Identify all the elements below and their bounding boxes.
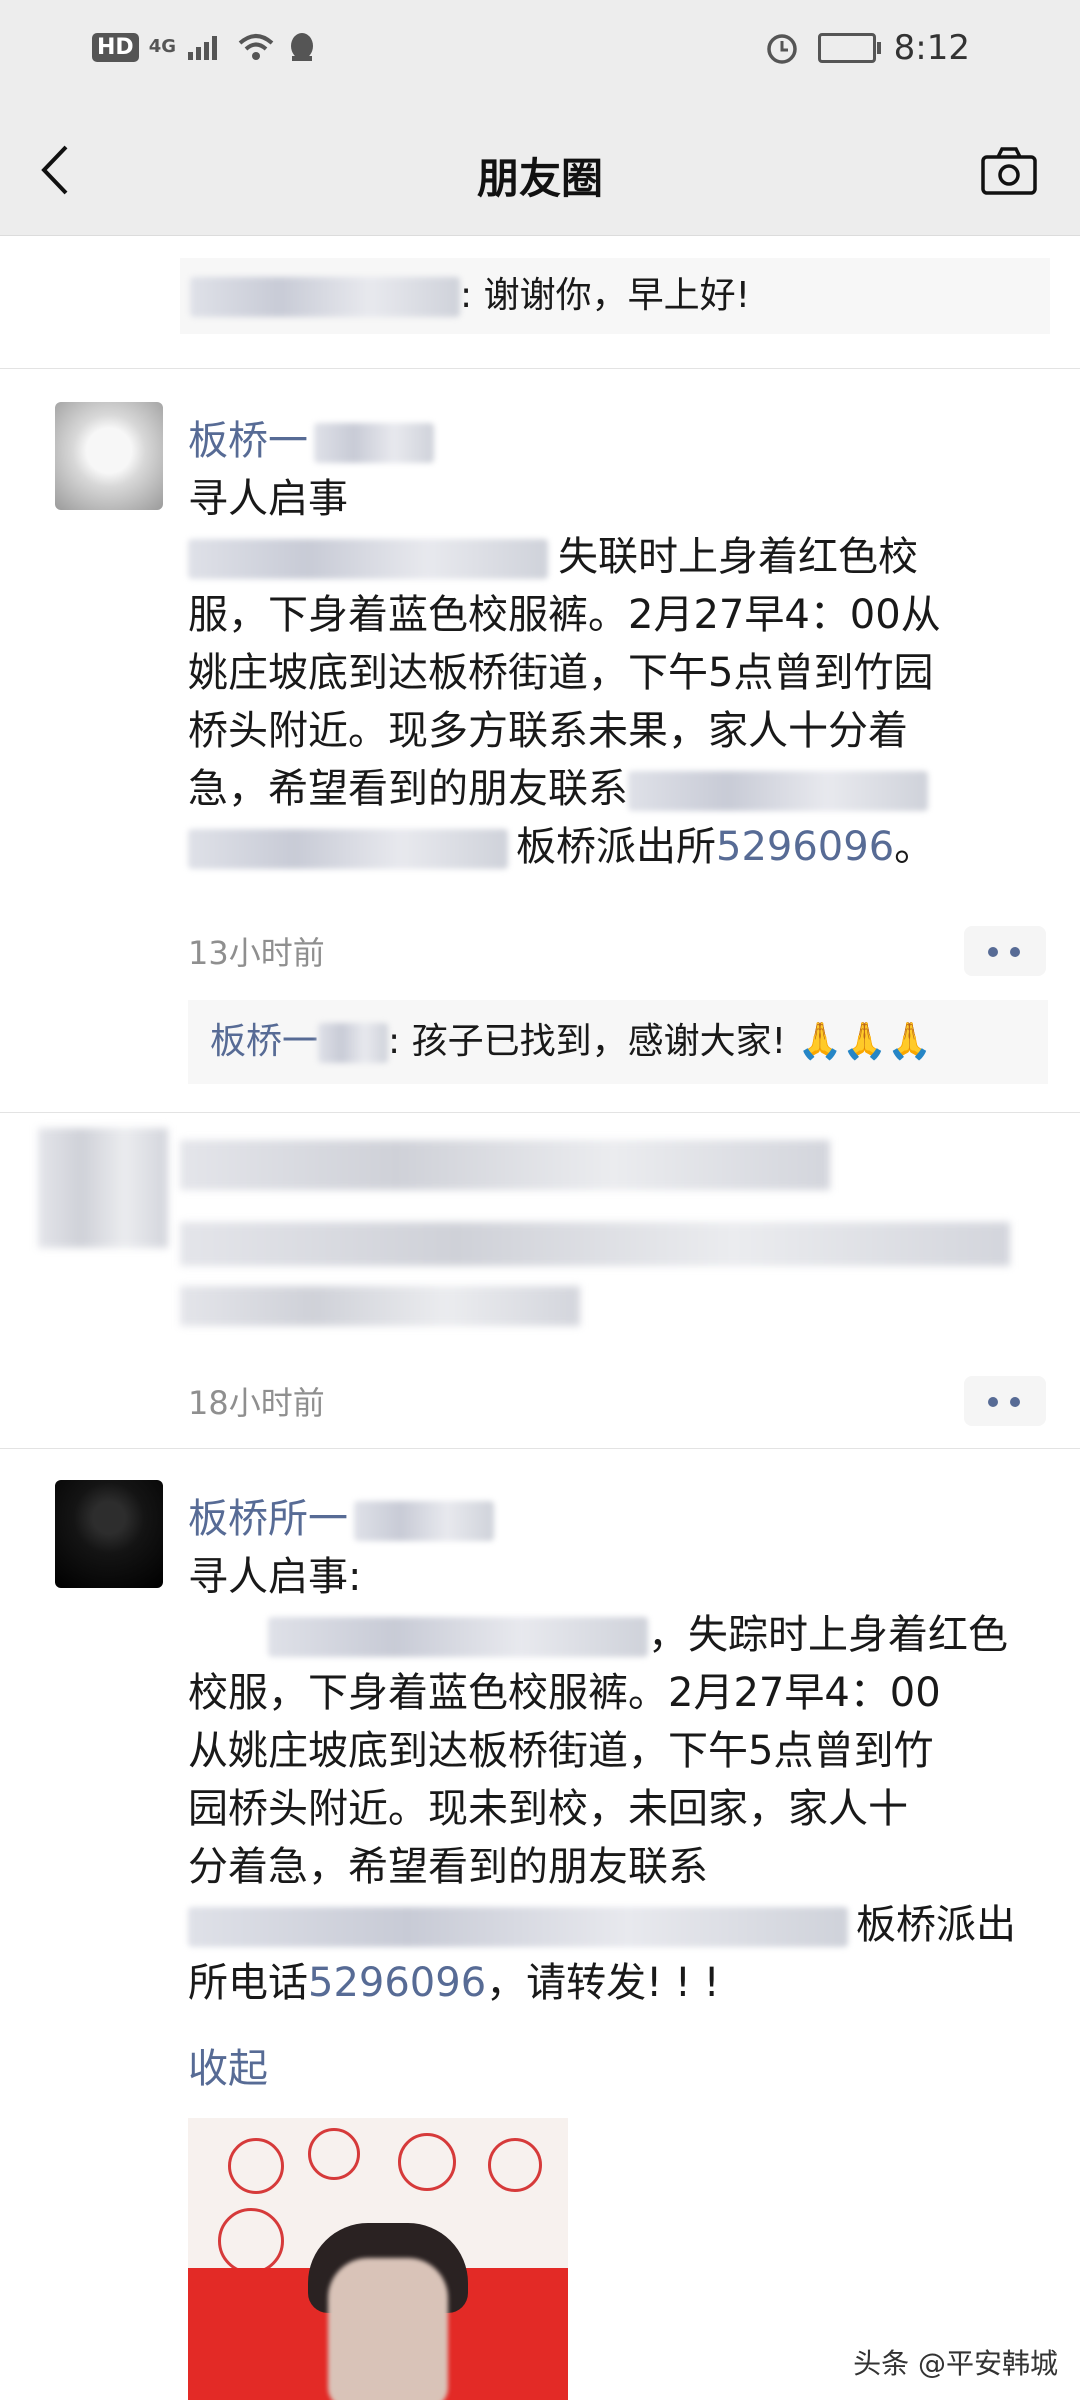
post-line: 从姚庄坡底到达板桥街道，下午5点曾到竹 [188, 1728, 934, 1774]
comment-author[interactable]: 板桥一 [210, 1021, 318, 1062]
more-dots-icon[interactable] [964, 926, 1046, 976]
status-right: 8:12 [764, 28, 970, 68]
blurred-text [188, 539, 548, 579]
post-text: 寻人启事 失联时上身着红色校 服，下身着蓝色校服裤。2月27早4：00从 姚庄坡… [188, 470, 1058, 876]
more-dots-icon[interactable] [964, 1376, 1046, 1426]
post-time: 13小时前 [188, 934, 325, 972]
blurred-avatar [38, 1128, 168, 1248]
post-line: 板桥派出 [188, 1896, 1058, 1954]
comment-text: : 孩子已找到，感谢大家! 🙏🙏🙏 [388, 1021, 932, 1062]
status-time: 8:12 [893, 28, 970, 68]
blurred-phone [628, 771, 928, 811]
hd-badge: HD [92, 32, 139, 62]
photo-decoration [308, 2128, 360, 2180]
wifi-icon [238, 34, 274, 60]
blurred-name [190, 277, 460, 317]
divider [0, 1448, 1080, 1449]
photo-decoration [398, 2133, 456, 2191]
post-line: 急，希望看到的朋友联系 [188, 760, 1058, 818]
post-line: 姚庄坡底到达板桥街道，下午5点曾到竹园 [188, 650, 934, 696]
signal-icon [188, 36, 217, 60]
photo-decoration [228, 2138, 284, 2194]
blurred-text [268, 1617, 648, 1657]
post-line: 园桥头附近。现未到校，未回家，家人十 [188, 1786, 908, 1832]
watermark: 头条 @平安韩城 [853, 2347, 1058, 2380]
top-comment[interactable]: : 谢谢你，早上好! [180, 258, 1050, 334]
blurred-name [354, 1501, 494, 1541]
blurred-phone [188, 1907, 848, 1947]
blurred-content [180, 1140, 830, 1190]
post-photo[interactable] [188, 2118, 568, 2400]
blurred-name [314, 423, 434, 463]
status-left: HD 4G [92, 30, 318, 64]
post-line: 失联时上身着红色校 [188, 528, 1058, 586]
post-line: 寻人启事: [188, 1554, 362, 1600]
post-line: 分着急，希望看到的朋友联系 [188, 1844, 708, 1890]
post-author[interactable]: 板桥一 [188, 408, 434, 466]
post-line: 所电话5296096，请转发! ! ! [188, 1960, 720, 2006]
post-author[interactable]: 板桥所一 [188, 1486, 494, 1544]
network-label: 4G [148, 36, 176, 57]
camera-icon[interactable] [980, 145, 1038, 197]
blurred-content [180, 1222, 1010, 1266]
post-line: 寻人启事 [188, 476, 348, 522]
post-time: 18小时前 [188, 1384, 325, 1422]
post-text: 寻人启事: ，失踪时上身着红色 校服，下身着蓝色校服裤。2月27早4：00 从姚… [188, 1548, 1058, 2012]
top-comment-text: : 谢谢你，早上好! [460, 275, 751, 316]
photo-decoration [218, 2208, 284, 2274]
post-line: ，失踪时上身着红色 [188, 1606, 1058, 1664]
page-title: 朋友圈 [476, 154, 603, 203]
alarm-icon [766, 34, 797, 64]
collapse-link[interactable]: 收起 [188, 2036, 268, 2094]
status-bar: HD 4G 8:12 [0, 0, 1080, 105]
blurred-content [180, 1286, 580, 1326]
divider [0, 368, 1080, 369]
photo-person-face [328, 2258, 448, 2400]
blurred-name [318, 1023, 389, 1063]
blurred-phone [188, 829, 508, 869]
divider [0, 1112, 1080, 1113]
nav-bar: 朋友圈 [0, 105, 1080, 236]
post-line: 服，下身着蓝色校服裤。2月27早4：00从 [188, 592, 941, 638]
photo-decoration [488, 2138, 542, 2192]
avatar[interactable] [55, 1480, 163, 1588]
avatar[interactable] [55, 402, 163, 510]
post-line: 桥头附近。现多方联系未果，家人十分着 [188, 708, 908, 754]
post-line: 校服，下身着蓝色校服裤。2月27早4：00 [188, 1670, 941, 1716]
post-line: 板桥派出所5296096。 [188, 818, 1058, 876]
battery-icon [817, 33, 881, 63]
post-comment[interactable]: 板桥一 : 孩子已找到，感谢大家! 🙏🙏🙏 [188, 1000, 1048, 1084]
notification-icon [291, 33, 313, 61]
